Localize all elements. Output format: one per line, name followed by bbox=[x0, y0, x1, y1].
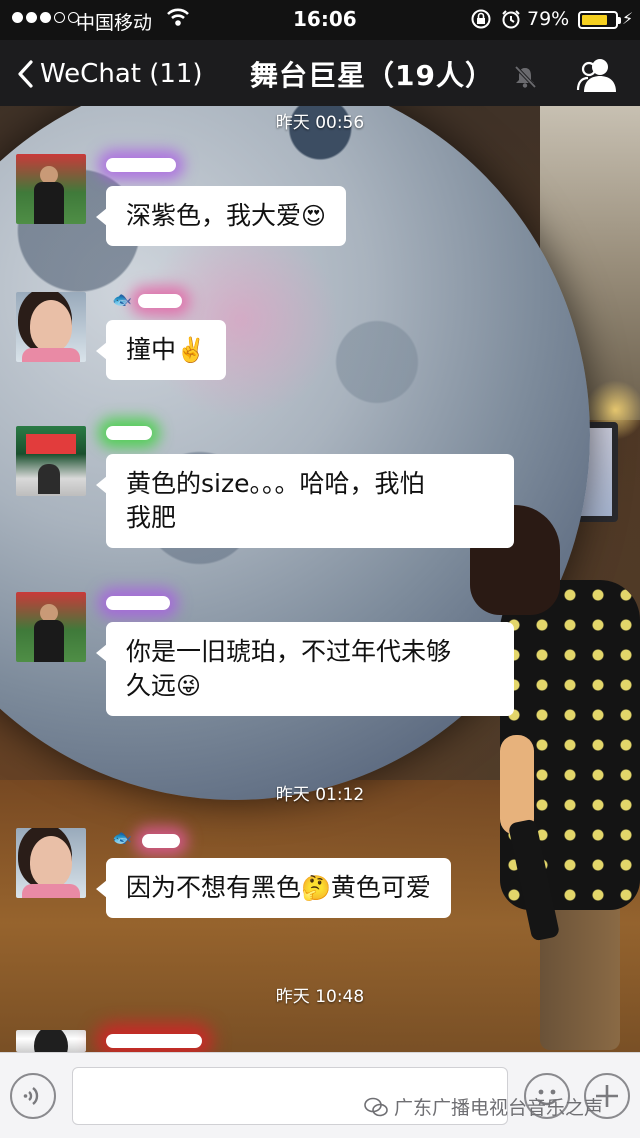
message-bubble[interactable]: 撞中✌️ bbox=[96, 320, 226, 380]
wifi-icon bbox=[167, 8, 189, 26]
alarm-icon bbox=[502, 10, 520, 29]
fish-icon: 🐟 bbox=[112, 828, 132, 847]
watermark-text: 广东广播电视台音乐之声 bbox=[394, 1097, 604, 1119]
avatar[interactable] bbox=[16, 154, 86, 224]
message-bubble[interactable]: 黄色的size。。。哈哈，我怕 我肥 bbox=[96, 454, 514, 548]
rotation-lock-icon bbox=[471, 9, 491, 29]
avatar[interactable] bbox=[16, 426, 86, 496]
back-button[interactable]: WeChat (11) bbox=[16, 54, 203, 94]
battery-percent: 79% bbox=[527, 8, 570, 30]
avatar[interactable] bbox=[16, 828, 86, 898]
sender-name-redacted bbox=[106, 426, 152, 440]
watermark: 广东广播电视台音乐之声 bbox=[364, 1093, 603, 1120]
timestamp: 昨天 10:48 bbox=[275, 987, 365, 1007]
victory-hand-emoji: ✌️ bbox=[176, 336, 206, 364]
heart-eyes-emoji: 😍 bbox=[301, 202, 327, 230]
thinking-emoji: 🤔 bbox=[301, 874, 331, 902]
message-bubble[interactable]: 因为不想有黑色🤔黄色可爱 bbox=[96, 858, 451, 918]
timestamp: 昨天 01:12 bbox=[275, 785, 365, 805]
message-text: 黄色可爱 bbox=[330, 873, 431, 902]
signal-strength-icon bbox=[12, 12, 79, 23]
message-text-line: 我肥 bbox=[126, 503, 177, 532]
carrier-name: 中国移动 bbox=[76, 12, 153, 34]
battery-level bbox=[582, 15, 608, 25]
message-bubble[interactable]: 深紫色，我大爱😍 bbox=[95, 186, 347, 246]
sender-name-redacted bbox=[142, 834, 180, 848]
fish-icon: 🐟 bbox=[112, 290, 132, 309]
timestamp: 昨天 00:56 bbox=[275, 113, 365, 133]
chat-navbar: WeChat (11) 舞台巨星（19人） bbox=[0, 40, 640, 106]
mute-bell-icon bbox=[514, 65, 537, 89]
avatar[interactable] bbox=[16, 292, 86, 362]
chat-title: 舞台巨星（19人） bbox=[250, 59, 494, 92]
message-text-line: 你是一旧琥珀，不过年代未够 bbox=[126, 637, 452, 666]
sender-name-redacted bbox=[106, 596, 170, 610]
avatar[interactable] bbox=[16, 1030, 86, 1052]
sender-name-redacted bbox=[138, 294, 182, 308]
back-chevron-icon bbox=[18, 60, 33, 88]
charging-icon: ⚡ bbox=[622, 9, 634, 28]
message-text-line: 黄色的size。。。哈哈，我怕 bbox=[126, 469, 425, 498]
tongue-wink-emoji: 😜 bbox=[176, 672, 202, 700]
message-text-line: 久远 bbox=[126, 671, 177, 700]
status-bar: 中国移动 16:06 79% ⚡ bbox=[0, 0, 640, 40]
message-text: 深紫色，我大爱 bbox=[126, 201, 302, 230]
avatar[interactable] bbox=[16, 592, 86, 662]
sender-name-redacted bbox=[106, 1034, 202, 1048]
message-list[interactable]: 昨天 00:56 深紫色，我大爱😍 🐟 撞中✌️ 黄色的size。。。哈哈，我怕… bbox=[0, 106, 640, 1052]
voice-icon bbox=[23, 1087, 39, 1105]
voice-input-button[interactable] bbox=[10, 1073, 56, 1119]
wechat-logo-icon bbox=[364, 1097, 388, 1116]
back-label: WeChat (11) bbox=[40, 59, 203, 89]
status-time: 16:06 bbox=[293, 7, 357, 31]
battery-icon bbox=[578, 11, 621, 29]
message-text: 撞中 bbox=[126, 335, 177, 364]
message-bubble[interactable]: 你是一旧琥珀，不过年代未够 久远😜 bbox=[96, 622, 514, 716]
group-members-icon[interactable] bbox=[576, 54, 620, 94]
sender-name-redacted bbox=[106, 158, 176, 172]
message-text: 因为不想有黑色 bbox=[126, 873, 302, 902]
